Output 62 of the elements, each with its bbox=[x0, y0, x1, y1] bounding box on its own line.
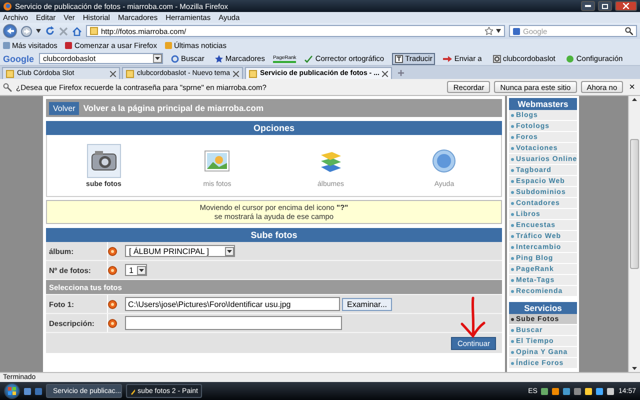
close-icon bbox=[623, 3, 629, 9]
search-icon bbox=[171, 54, 179, 62]
page-icon bbox=[126, 70, 134, 78]
sidebar-header: Webmasters bbox=[509, 98, 577, 110]
help-icon[interactable] bbox=[108, 300, 117, 308]
close-button[interactable] bbox=[615, 1, 637, 11]
maximize-button[interactable] bbox=[598, 1, 612, 11]
browser-logo-icon bbox=[3, 2, 12, 10]
down-arrow-icon bbox=[632, 367, 637, 370]
description-field[interactable] bbox=[125, 316, 342, 330]
star-icon bbox=[215, 54, 224, 62]
browse-button[interactable]: Examinar... bbox=[342, 298, 392, 310]
minimize-icon bbox=[585, 5, 591, 7]
plus-icon bbox=[398, 70, 404, 76]
page-icon bbox=[6, 70, 14, 78]
select-field[interactable]: 1 bbox=[125, 264, 147, 276]
caret-icon bbox=[496, 29, 501, 33]
key-icon bbox=[3, 82, 12, 92]
star-icon bbox=[485, 27, 493, 35]
caret-icon bbox=[36, 29, 41, 33]
section-header: Opciones bbox=[46, 121, 502, 135]
help-icon bbox=[432, 148, 456, 172]
photo-icon bbox=[204, 150, 230, 172]
send-icon bbox=[443, 54, 452, 62]
maximize-icon bbox=[602, 4, 608, 8]
right-arrow-icon bbox=[24, 28, 30, 34]
reload-button[interactable] bbox=[45, 26, 55, 36]
translate-icon bbox=[395, 54, 404, 62]
up-arrow-icon bbox=[632, 98, 637, 101]
close-button[interactable]: × bbox=[627, 82, 637, 92]
close-icon[interactable] bbox=[233, 70, 239, 76]
start-button[interactable] bbox=[4, 383, 20, 399]
dropdown-button[interactable] bbox=[225, 246, 234, 256]
sidebar-header: Servicios bbox=[509, 302, 577, 314]
left-arrow-icon bbox=[6, 28, 14, 34]
page-icon bbox=[492, 54, 501, 62]
back-link[interactable]: Volver bbox=[49, 102, 80, 114]
scrollbar[interactable] bbox=[628, 96, 640, 372]
select-field[interactable]: [ ÁLBUM PRINCIPAL ] bbox=[125, 245, 235, 257]
help-icon[interactable] bbox=[108, 266, 117, 274]
logo-icon bbox=[8, 387, 16, 395]
back-button[interactable] bbox=[3, 24, 17, 38]
help-icon[interactable] bbox=[108, 318, 117, 328]
dot-icon bbox=[566, 54, 574, 62]
section-header: Sube fotos bbox=[46, 228, 502, 242]
back-text: Volver a la página principal de miarroba.com bbox=[83, 103, 264, 113]
forward-button[interactable] bbox=[21, 26, 32, 36]
home-button[interactable] bbox=[72, 26, 82, 36]
help-icon[interactable] bbox=[108, 246, 117, 256]
close-icon[interactable] bbox=[110, 70, 116, 76]
dropdown-button[interactable] bbox=[153, 54, 162, 63]
page-icon bbox=[90, 27, 98, 35]
paint-icon bbox=[130, 387, 135, 395]
spellcheck-icon bbox=[304, 54, 314, 62]
camera-icon bbox=[90, 148, 117, 172]
page-icon bbox=[249, 70, 257, 78]
toolbar-logo: Google bbox=[3, 54, 34, 64]
search-icon bbox=[625, 27, 633, 35]
close-icon[interactable] bbox=[382, 70, 388, 76]
file-path-field[interactable]: C:\Users\jose\Pictures\Foro\Identificar usu.jpg bbox=[125, 297, 340, 311]
minimize-button[interactable] bbox=[581, 1, 595, 11]
dropdown-button[interactable] bbox=[137, 266, 146, 274]
